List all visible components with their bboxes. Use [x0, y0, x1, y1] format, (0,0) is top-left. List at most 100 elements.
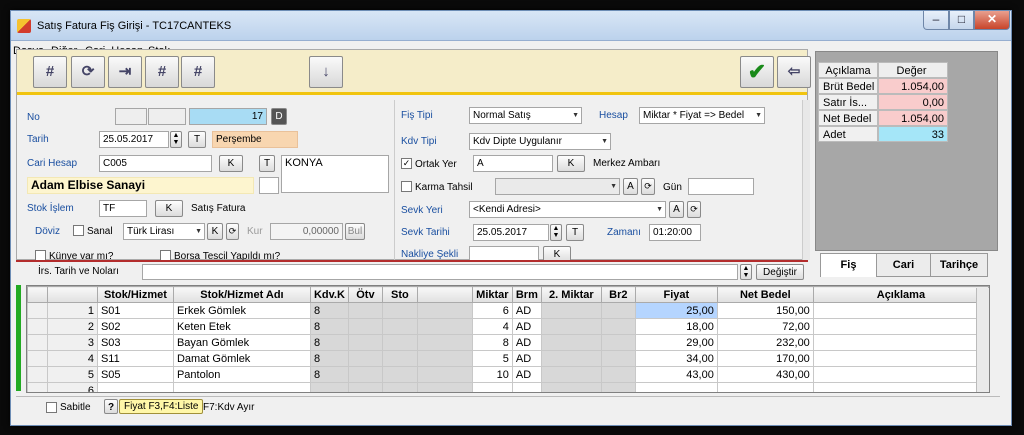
sevk-yeri-select[interactable]: <Kendi Adresi>	[469, 201, 666, 218]
save-button[interactable]: ✔	[740, 56, 774, 88]
gun-field[interactable]	[688, 178, 754, 195]
cell-otv[interactable]	[347, 334, 383, 351]
cell-ad[interactable]: Keten Etek	[172, 318, 311, 335]
cell-miktar2[interactable]	[540, 366, 602, 383]
cell-otv[interactable]	[347, 302, 383, 319]
karma-refresh-button[interactable]: ⟳	[641, 178, 655, 195]
kdv-tipi-select[interactable]: Kdv Dipte Uygulanır	[469, 133, 611, 150]
cell-miktar[interactable]: 10	[471, 366, 513, 383]
refresh-button[interactable]: ⟳	[71, 56, 105, 88]
cell-miktar2[interactable]	[540, 350, 602, 367]
sort-button[interactable]: ↓	[309, 56, 343, 88]
cell-fiyat[interactable]: 25,00	[634, 302, 718, 319]
table-row[interactable]: 2 S02 Keten Etek 8 4 AD 18,00 72,00	[27, 318, 989, 335]
cell-brm[interactable]: AD	[511, 302, 542, 319]
grid-header-ad[interactable]: Stok/Hizmet Adı	[172, 286, 311, 303]
cell-fiyat[interactable]: 43,00	[634, 366, 718, 383]
exit-button[interactable]: ⇦	[777, 56, 811, 88]
kur-field[interactable]: 0,00000	[270, 223, 343, 240]
kur-bul-button[interactable]: Bul	[345, 223, 365, 240]
cell-aciklama[interactable]	[812, 366, 989, 383]
grid-header-aciklama[interactable]: Açıklama	[812, 286, 989, 303]
cari-k-button[interactable]: K	[219, 155, 243, 172]
cell-kod[interactable]	[96, 382, 174, 392]
cell-sto[interactable]	[381, 302, 418, 319]
table-row[interactable]: 4 S11 Damat Gömlek 8 5 AD 34,00 170,00	[27, 350, 989, 367]
tarih-t-button[interactable]: T	[188, 131, 206, 148]
no-series-field[interactable]	[148, 108, 186, 125]
cell-ad[interactable]: Damat Gömlek	[172, 350, 311, 367]
cari-extra-field[interactable]	[259, 177, 279, 194]
cell-kdv[interactable]: 8	[309, 366, 349, 383]
irs-spinner[interactable]: ▲ ▼	[740, 264, 752, 280]
export-button[interactable]: ⇥	[108, 56, 142, 88]
cell-blank[interactable]	[416, 302, 473, 319]
sevk-tarihi-field[interactable]: 25.05.2017	[473, 224, 549, 241]
grid-header-kdv[interactable]: Kdv.K	[309, 286, 349, 303]
cell-fiyat[interactable]: 29,00	[634, 334, 718, 351]
cell-kdv[interactable]: 8	[309, 302, 349, 319]
sanal-checkbox[interactable]	[73, 225, 84, 236]
cell-blank[interactable]	[416, 318, 473, 335]
doviz-select[interactable]: Türk Lirası	[123, 223, 205, 240]
grid-header-kod[interactable]: Stok/Hizmet	[96, 286, 174, 303]
tab-tarihce[interactable]: Tarihçe	[930, 253, 988, 277]
karma-a-button[interactable]: A	[623, 178, 638, 195]
grid-scrollbar[interactable]	[976, 288, 989, 392]
table-row[interactable]: 6	[27, 382, 989, 392]
grid-header-fiyat[interactable]: Fiyat	[634, 286, 718, 303]
hesap-select[interactable]: Miktar * Fiyat => Bedel	[639, 107, 765, 124]
cell-br2[interactable]	[600, 350, 636, 367]
karma-tahsil-checkbox[interactable]	[401, 181, 412, 192]
cell-aciklama[interactable]	[812, 382, 989, 392]
cell-otv[interactable]	[347, 318, 383, 335]
irs-degistir-button[interactable]: Değiştir	[756, 264, 804, 280]
grid-add-button[interactable]: #	[33, 56, 67, 88]
cell-aciklama[interactable]	[812, 334, 989, 351]
cell-miktar2[interactable]	[540, 334, 602, 351]
cell-br2[interactable]	[600, 302, 636, 319]
cell-kdv[interactable]: 8	[309, 350, 349, 367]
cell-net[interactable]	[716, 382, 814, 392]
cell-net[interactable]: 150,00	[716, 302, 814, 319]
cell-net[interactable]: 232,00	[716, 334, 814, 351]
no-prefix-field[interactable]	[115, 108, 147, 125]
cell-kdv[interactable]	[309, 382, 349, 392]
grid-header-miktar2[interactable]: 2. Miktar	[540, 286, 602, 303]
cell-net[interactable]: 72,00	[716, 318, 814, 335]
cell-miktar[interactable]: 5	[471, 350, 513, 367]
minimize-button[interactable]: –	[923, 11, 949, 30]
cell-aciklama[interactable]	[812, 318, 989, 335]
cell-otv[interactable]	[347, 382, 383, 392]
cell-brm[interactable]: AD	[511, 366, 542, 383]
cell-miktar2[interactable]	[540, 382, 602, 392]
table-row[interactable]: 1 S01 Erkek Gömlek 8 6 AD 25,00 150,00	[27, 302, 989, 319]
stok-k-button[interactable]: K	[155, 200, 183, 217]
stok-islem-field[interactable]: TF	[99, 200, 147, 217]
cell-brm[interactable]: AD	[511, 350, 542, 367]
cell-kdv[interactable]: 8	[309, 334, 349, 351]
cell-fiyat[interactable]: 18,00	[634, 318, 718, 335]
grid-header-sto[interactable]: Sto	[381, 286, 418, 303]
cell-kod[interactable]: S02	[96, 318, 174, 335]
cell-miktar[interactable]: 8	[471, 334, 513, 351]
cell-br2[interactable]	[600, 366, 636, 383]
doviz-k-button[interactable]: K	[207, 223, 223, 240]
cell-sto[interactable]	[381, 350, 418, 367]
cell-miktar[interactable]	[471, 382, 513, 392]
cell-brm[interactable]: AD	[511, 334, 542, 351]
grid-header-net[interactable]: Net Bedel	[716, 286, 814, 303]
ortak-yer-checkbox[interactable]: ✓	[401, 158, 412, 169]
grid-header-br2[interactable]: Br2	[600, 286, 636, 303]
table-row[interactable]: 3 S03 Bayan Gömlek 8 8 AD 29,00 232,00	[27, 334, 989, 351]
karma-tahsil-select[interactable]	[495, 178, 620, 195]
grid-delete-button[interactable]: #	[145, 56, 179, 88]
cell-miktar2[interactable]	[540, 302, 602, 319]
sevk-a-button[interactable]: A	[669, 201, 684, 218]
grid-header-otv[interactable]: Ötv	[347, 286, 383, 303]
no-d-button[interactable]: D	[271, 108, 287, 125]
cell-br2[interactable]	[600, 382, 636, 392]
cell-ad[interactable]: Bayan Gömlek	[172, 334, 311, 351]
no-field[interactable]: 17	[189, 108, 267, 125]
zamani-field[interactable]: 01:20:00	[649, 224, 701, 241]
